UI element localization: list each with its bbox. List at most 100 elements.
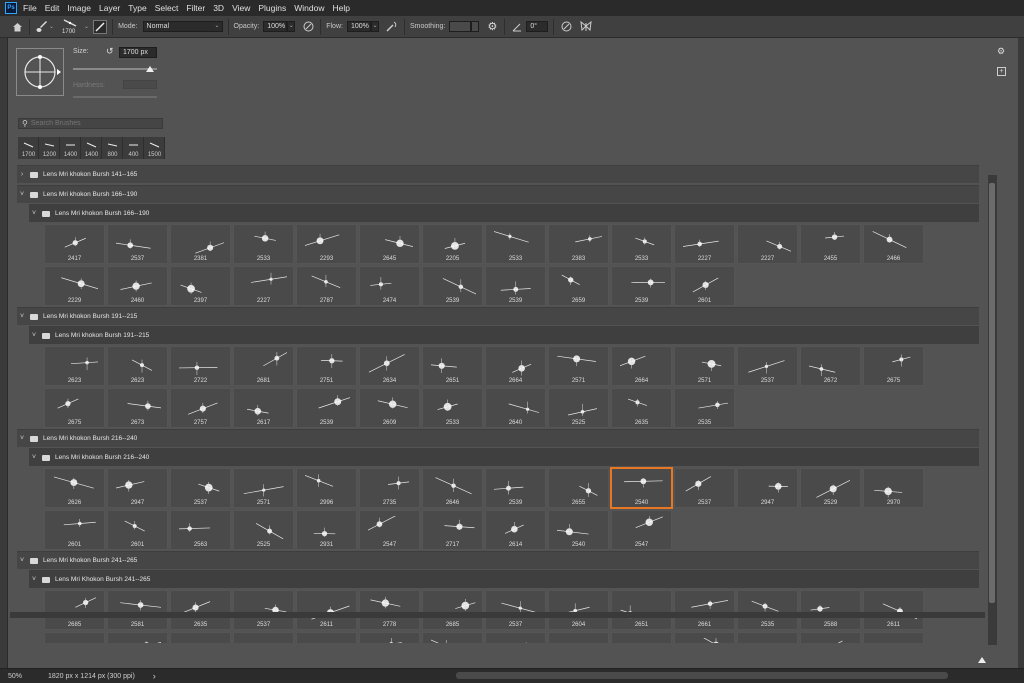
brush-preset-tile[interactable]: 2604 <box>548 590 609 630</box>
chevron-down-icon[interactable]: ˅ <box>17 191 27 198</box>
brush-preset-tile[interactable]: 2537 <box>233 590 294 630</box>
smoothing-field[interactable] <box>449 21 472 32</box>
recent-brush[interactable]: 1500 <box>144 137 165 159</box>
brush-preset-tile[interactable]: 2533 <box>485 224 546 264</box>
recent-brush[interactable]: 1400 <box>60 137 81 159</box>
vertical-scrollbar[interactable] <box>988 175 997 645</box>
brush-preset-tile[interactable]: 2205 <box>422 224 483 264</box>
brush-preset-tile[interactable]: 2229 <box>44 266 105 306</box>
brush-preset-tile[interactable]: 2547 <box>359 510 420 550</box>
brush-preset-tile[interactable]: 2681 <box>233 346 294 386</box>
brush-preset-tile[interactable]: 2588 <box>800 590 861 630</box>
menu-help[interactable]: Help <box>332 3 349 13</box>
zoom-level[interactable]: 50% <box>8 673 42 680</box>
recent-brush[interactable]: 1700 <box>18 137 39 159</box>
brush-preset-tile[interactable] <box>800 632 861 643</box>
brush-preset-tile[interactable]: 2651 <box>611 590 672 630</box>
preview-size-slider[interactable] <box>978 657 986 663</box>
brush-preset-tile[interactable]: 2537 <box>674 468 735 508</box>
brush-preset-tile[interactable]: 2227 <box>674 224 735 264</box>
chevron-right-icon[interactable]: › <box>17 171 27 178</box>
panel-settings-gear-icon[interactable]: ⚙ <box>997 46 1007 57</box>
brush-preset-tile[interactable]: 2617 <box>233 388 294 428</box>
brush-preset-tile[interactable] <box>44 632 105 643</box>
new-preset-icon[interactable]: + <box>997 67 1006 76</box>
tool-preset-chevron-icon[interactable]: ⌄ <box>49 23 54 30</box>
recent-brush[interactable]: 800 <box>102 137 123 159</box>
brush-preset-tile[interactable]: 2601 <box>107 510 168 550</box>
brush-preset-tile[interactable]: 2540 <box>610 467 673 509</box>
brush-preset-tile[interactable]: 2787 <box>296 266 357 306</box>
brush-group[interactable]: ˅ Lens Mri Khokon Bursh 241--265 <box>29 570 979 588</box>
flow-field[interactable]: 100% <box>346 21 371 32</box>
menu-select[interactable]: Select <box>155 3 179 13</box>
brush-group[interactable]: ˅ Lens Mri khokon Bursh 216--240 <box>29 448 979 466</box>
menu-type[interactable]: Type <box>128 3 146 13</box>
pressure-opacity-icon[interactable] <box>301 20 315 34</box>
brush-preset-tile[interactable]: 2581 <box>107 590 168 630</box>
brush-preset-tile[interactable] <box>296 632 357 643</box>
brush-preset-tile[interactable] <box>548 632 609 643</box>
menu-window[interactable]: Window <box>294 3 324 13</box>
brush-preset-tile[interactable]: 2659 <box>548 266 609 306</box>
size-slider-thumb[interactable] <box>146 66 154 72</box>
status-more-icon[interactable]: › <box>153 671 156 681</box>
brush-group[interactable]: ˅ Lens Mri khokon Bursh 166--190 <box>17 185 979 203</box>
horizontal-scrollbar[interactable] <box>456 672 948 679</box>
brush-preset-tile[interactable]: 2646 <box>422 468 483 508</box>
brush-preset-tile[interactable]: 2535 <box>674 388 735 428</box>
brush-preset-tile[interactable]: 2717 <box>422 510 483 550</box>
brush-preset-tile[interactable]: 2539 <box>485 266 546 306</box>
menu-3d[interactable]: 3D <box>213 3 224 13</box>
brush-preset-tile[interactable] <box>359 632 420 643</box>
brush-preset-tile[interactable]: 2623 <box>107 346 168 386</box>
brush-preset-tile[interactable]: 2525 <box>233 510 294 550</box>
brush-preset-tile[interactable]: 2655 <box>548 468 609 508</box>
size-field[interactable]: 1700 px <box>119 47 157 58</box>
brush-preset-tile[interactable]: 2626 <box>44 468 105 508</box>
brush-preset-tile[interactable]: 2675 <box>44 388 105 428</box>
brush-preset-tile[interactable]: 2685 <box>44 590 105 630</box>
brush-preset-tile[interactable]: 2571 <box>548 346 609 386</box>
symmetry-butterfly-icon[interactable] <box>579 20 593 34</box>
brush-preset-tile[interactable]: 2539 <box>485 468 546 508</box>
brush-preset-tile[interactable]: 2533 <box>422 388 483 428</box>
recent-brush[interactable]: 1200 <box>39 137 60 159</box>
brush-settings-icon[interactable] <box>93 19 108 34</box>
brush-preset-tile[interactable]: 2751 <box>296 346 357 386</box>
brush-preset-tile[interactable]: 2525 <box>548 388 609 428</box>
brush-preset-tile[interactable]: 2460 <box>107 266 168 306</box>
brush-preset-tile[interactable] <box>422 632 483 643</box>
brush-preset-tile[interactable]: 2675 <box>863 346 924 386</box>
brush-preset-tile[interactable] <box>863 632 924 643</box>
search-brushes[interactable]: ⚲ <box>18 118 163 129</box>
brush-preset-tile[interactable]: 2947 <box>737 468 798 508</box>
home-icon[interactable] <box>10 20 24 34</box>
brush-preset-tile[interactable]: 2539 <box>422 266 483 306</box>
chevron-down-icon[interactable]: ˅ <box>17 435 27 442</box>
brush-preset-tile[interactable]: 2685 <box>422 590 483 630</box>
search-input[interactable] <box>30 120 151 127</box>
menu-filter[interactable]: Filter <box>186 3 205 13</box>
brush-preset-tile[interactable]: 2535 <box>737 590 798 630</box>
brush-preset-tile[interactable]: 2455 <box>800 224 861 264</box>
brush-group[interactable]: ˅ Lens Mri khokon Bursh 191--215 <box>29 326 979 344</box>
airbrush-icon[interactable] <box>385 20 399 34</box>
brush-preset-tile[interactable] <box>737 632 798 643</box>
recent-brush[interactable]: 1400 <box>81 137 102 159</box>
brush-preset-tile[interactable] <box>170 632 231 643</box>
brush-preset-tile[interactable]: 2645 <box>359 224 420 264</box>
brush-preset-tile[interactable]: 2651 <box>422 346 483 386</box>
chevron-down-icon[interactable]: ˅ <box>17 313 27 320</box>
brush-preset-tile[interactable]: 2227 <box>737 224 798 264</box>
brush-preset-tile[interactable]: 2611 <box>296 590 357 630</box>
brush-preset-tile[interactable]: 2634 <box>359 346 420 386</box>
brush-preset-tile[interactable]: 2609 <box>359 388 420 428</box>
brush-preset-tile[interactable]: 2533 <box>233 224 294 264</box>
brush-preset-tile[interactable]: 2529 <box>800 468 861 508</box>
menu-view[interactable]: View <box>232 3 250 13</box>
brush-preset-tile[interactable]: 2540 <box>548 510 609 550</box>
chevron-down-icon[interactable]: ˅ <box>29 210 39 217</box>
chevron-down-icon[interactable]: ˅ <box>29 332 39 339</box>
smoothing-gear-icon[interactable]: ⚙ <box>485 20 499 34</box>
